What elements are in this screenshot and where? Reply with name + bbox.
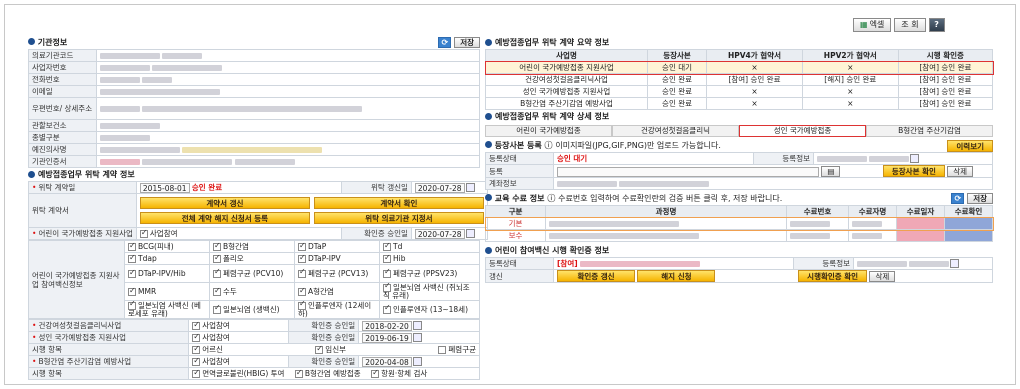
table-row[interactable]: 기본 — [484, 216, 994, 231]
history-button[interactable]: 이력보기 — [947, 139, 993, 152]
table-row[interactable]: 건강여성첫걸음클리닉사업 승인 완료 [참여] 승인 완료 [해지] 승인 완료… — [484, 73, 994, 86]
bankbook-header: 등장사본 등록 ⓘ 이미지파일(JPG,GIF,PNG)만 업로드 가능합니다.… — [485, 139, 993, 152]
excel-icon: ▦ — [860, 20, 868, 29]
certificate-header: 어린이 참여백신 시행 확인증 정보 — [485, 244, 993, 257]
bankbook-table: 등록상태 승인 대기 등록정보 등록 ▤ 등장사본 확인 삭제 계좌정보 — [485, 152, 993, 190]
left-panel: 기관정보 ⟳ 저장 의료기관코드 사업자번호 전화번호 이메일 우편번호/ 상세… — [27, 36, 488, 380]
info-icon: ⓘ — [547, 194, 556, 203]
tab-women[interactable]: 건강여성첫걸음클리닉 — [612, 125, 739, 137]
designation-cert-button[interactable]: 위탁 의료기관 지정서 — [313, 212, 484, 224]
bankbook-check-button[interactable]: 등장사본 확인 — [882, 165, 945, 177]
calendar-icon[interactable] — [465, 183, 475, 192]
view-certificate-button[interactable]: 시행확인증 확인 — [798, 270, 868, 282]
top-toolbar: ▦ 엑셀 조 회 ? — [853, 18, 945, 32]
table-row[interactable]: 어린이 국가예방접종 지원사업 승인 대기 × × [참여] 승인 완료 — [484, 60, 994, 75]
summary-section-header: 예방접종업무 위탁 계약 요약 정보 — [485, 36, 993, 49]
refresh-icon[interactable]: ⟳ — [951, 193, 965, 204]
file-path-field[interactable] — [557, 167, 819, 177]
refresh-icon[interactable]: ⟳ — [438, 37, 452, 48]
program-table: •건강여성첫걸음클리닉사업 사업참여 확인증 승인일 2018-02-20 •성… — [27, 319, 480, 380]
table-row[interactable]: B형간염 주산기감염 예방사업 승인 완료 × × [참여] 승인 완료 — [484, 97, 994, 110]
save-button[interactable]: 저장 — [967, 193, 993, 204]
institution-section-header: 기관정보 ⟳ 저장 — [28, 36, 480, 49]
renew-date-field[interactable]: 2020-07-28 — [414, 182, 465, 193]
tab-child[interactable]: 어린이 국가예방접종 — [485, 125, 612, 137]
help-button[interactable]: ? — [928, 18, 945, 32]
tab-adult[interactable]: 성인 국가예방접종 — [739, 125, 866, 137]
table-row[interactable]: 성인 국가예방접종 지원사업 승인 완료 × × [참여] 승인 완료 — [484, 85, 994, 98]
calendar-icon[interactable] — [465, 229, 475, 238]
table-row[interactable]: 보수 — [485, 229, 993, 242]
detail-tabs: 어린이 국가예방접종 건강여성첫걸음클리닉 성인 국가예방접종 B형간염 주산기… — [485, 125, 993, 137]
contract-table: • 위탁 계약일 2015-08-01 승인 완료 위탁 갱신일 2020-07-… — [28, 181, 488, 240]
child-participate-checkbox[interactable] — [139, 228, 148, 238]
education-table: 구분 과정명 수료번호 수료자명 수료일자 수료확인 기본 보수 — [484, 205, 994, 242]
full-termination-button[interactable]: 전체 계약 해지 신청서 등록 — [139, 212, 310, 224]
tab-hepb[interactable]: B형간염 주산기감염 — [866, 125, 993, 137]
file-browse-icon[interactable]: ▤ — [821, 166, 841, 177]
search-button[interactable]: 조 회 — [894, 18, 926, 32]
education-header: 교육 수료 정보 ⓘ 수료번호 입력하여 수료확인란의 검증 버튼 클릭 후, … — [485, 192, 993, 205]
delete-button[interactable]: 삭제 — [869, 271, 896, 282]
right-panel: 예방접종업무 위탁 계약 요약 정보 사업명 등장사본 HPV4가 협약서 HP… — [484, 36, 994, 283]
delete-button[interactable]: 삭제 — [947, 166, 974, 177]
cancel-request-button[interactable]: 해지 신청 — [637, 270, 716, 282]
detail-section-header: 예방접종업무 위탁 계약 상세 정보 — [485, 110, 993, 123]
certificate-table: 등록상태 [참여] 등록정보 갱신 확인증 갱신 해지 신청 시행확인증 확인 … — [485, 257, 993, 283]
contract-section-header: 예방접종업무 위탁 계약 정보 — [28, 168, 480, 181]
contract-renew-button[interactable]: 계약서 갱신 — [139, 197, 310, 209]
vaccine-table: 어린이 국가예방접종 지원사업 참여백신정보 BCG(피내) B형간염 DTaP… — [28, 240, 480, 319]
bullet-icon — [28, 38, 35, 45]
excel-button[interactable]: ▦ 엑셀 — [853, 18, 892, 32]
summary-table: 사업명 등장사본 HPV4가 협약서 HPV2가 협약서 시행 확인증 어린이 … — [484, 49, 994, 110]
save-button[interactable]: 저장 — [454, 37, 480, 48]
info-icon: ⓘ — [544, 141, 553, 150]
institution-table: 의료기관코드 사업자번호 전화번호 이메일 우편번호/ 상세주소 관할보건소 종… — [28, 49, 480, 168]
contract-date-field[interactable]: 2015-08-01 — [139, 183, 190, 193]
certificate-renew-button[interactable]: 확인증 갱신 — [557, 270, 635, 282]
contract-check-button[interactable]: 계약서 확인 — [313, 197, 484, 209]
